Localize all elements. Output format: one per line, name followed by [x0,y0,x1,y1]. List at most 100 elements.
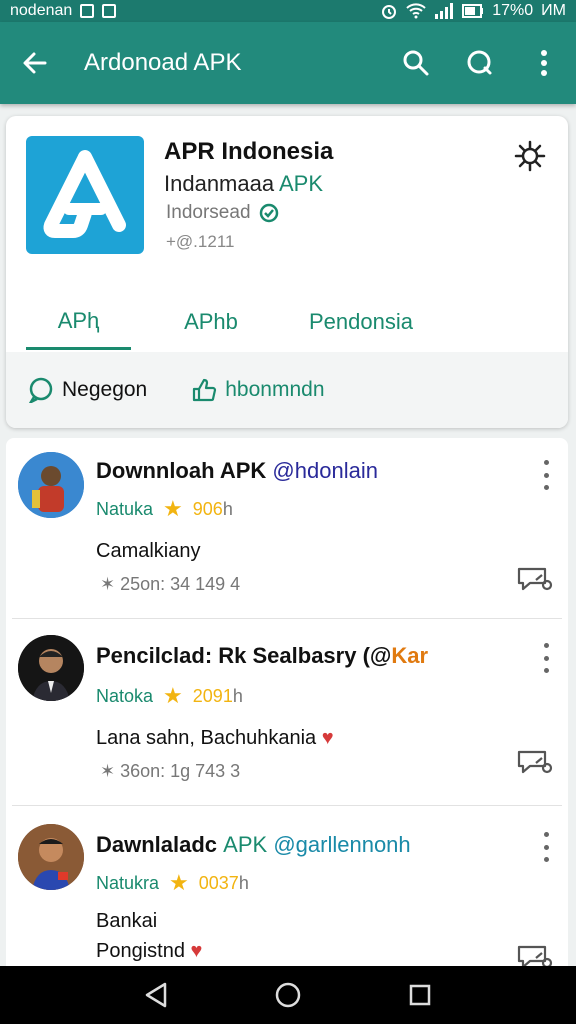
post-title: Pencilclad: Rk Sealbasry (@Kar [96,643,428,669]
app-developer[interactable]: Indorsead [166,202,279,224]
clock-text: ИМ [541,2,566,19]
post-title: Dawnlaladc APK @garllennonh [96,832,411,858]
star-icon: ★ [169,870,189,895]
tab-apk[interactable]: APⱨ [26,294,131,350]
post-item[interactable]: Downnloah APK @hdonlain Natuka ★ 906h Ca… [6,438,568,618]
avatar[interactable] [18,824,84,890]
post-user[interactable]: Natukra [96,873,159,894]
developer-name: Indorsead [166,202,251,223]
avatar-image [18,452,84,518]
nav-home-icon [275,982,301,1008]
comment-action[interactable]: Negegon [28,377,147,403]
notification-icon-2 [102,4,117,18]
post-user[interactable]: Natuka [96,499,153,520]
avatar-image [18,824,84,890]
heart-icon: ♥ [321,727,334,749]
battery-icon [462,4,484,18]
app-subtitle: Indanmaaa APK [164,171,323,197]
post-rating-unit: h [238,872,249,893]
post-rating-unit: h [232,685,243,706]
post-rating: 906 [192,498,223,519]
post-body: Camalkiany [96,540,201,562]
app-bar-title: Ardonoad APK [84,49,242,76]
avatar[interactable] [18,635,84,701]
post-rating: 0037 [198,872,239,893]
app-name: APR Indonesia [164,138,334,165]
post-title-text: Dawnlaladc [96,832,218,857]
app-logo [26,136,144,254]
nav-recents-button[interactable] [395,970,445,1020]
alarm-icon [382,5,397,19]
app-bar: Ardonoad APK [0,22,576,104]
search-button[interactable] [384,22,448,104]
post-item[interactable]: Dawnlaladc APK @garllennonh Natukra ★ 00… [6,806,568,968]
signal-icon [435,3,454,19]
like-action[interactable]: hbonmndn [191,377,325,403]
nav-home-button[interactable] [263,970,313,1020]
avatar[interactable] [18,452,84,518]
post-body-line2: Pongistnd ♥ [96,940,202,963]
carrier-text: nodenan [10,2,73,19]
thumbs-up-icon [193,378,217,402]
post-handle[interactable]: Kar [391,643,428,668]
back-button[interactable] [0,22,70,104]
post-title-text: Pencilclad: Rk Sealbasry (@ [96,643,392,668]
nav-back-button[interactable] [131,970,181,1020]
post-meta: Natuka ★ 906h [96,496,233,522]
heart-icon: ♥ [190,940,203,962]
post-rating-unit: h [222,498,233,519]
settings-button[interactable] [512,138,548,174]
app-subtitle-text: Indanmaaa [164,171,275,196]
post-meta: Natukra ★ 0037h [96,870,249,896]
wifi-icon [406,3,426,19]
post-user[interactable]: Natoka [96,686,153,707]
arrow-left-icon [23,52,47,74]
app-info-card: APR Indonesia Indanmaaa APK Indorsead +@… [6,116,568,428]
star-icon: ★ [163,496,183,521]
comment-action-label: Negegon [62,378,148,401]
post-more-button[interactable] [540,832,552,862]
post-rating: 2091 [192,685,233,706]
post-meta: Natoka ★ 2091h [96,683,243,709]
post-title-text: Downnloah APK [96,458,267,483]
post-stats: ✶ 25on: 34 149 4 [100,574,241,594]
post-stats: ✶ 36on: 1g 743 3 [100,761,241,781]
battery-text: 17%0 [492,2,534,19]
more-vert-icon [541,50,547,76]
overflow-menu-button[interactable] [512,22,576,104]
post-feed: Downnloah APK @hdonlain Natuka ★ 906h Ca… [6,438,568,968]
post-handle[interactable]: @hdonlain [272,458,378,483]
post-body-text: Pongistnd [96,940,185,962]
star-icon: ★ [163,683,183,708]
search-icon [403,50,429,76]
share-icon[interactable] [516,942,554,968]
post-body-text: Lana sahn, Bachuhkania [96,727,317,749]
notification-icon [80,4,95,18]
chat-bubble-icon [28,377,53,403]
gear-icon [514,140,546,172]
verified-icon [259,203,278,223]
app-tabs: APⱨ APhb Pendonsia [6,294,568,350]
nav-back-icon [145,982,167,1008]
search-alt-icon [467,50,492,75]
share-icon[interactable] [516,747,554,777]
app-logo-icon [43,150,126,238]
post-body: Bankai [96,910,158,932]
post-title-accent: APK [223,832,268,857]
tab-pendonsia[interactable]: Pendonsia [291,294,431,350]
post-title: Downnloah APK @hdonlain [96,458,378,484]
post-more-button[interactable] [540,643,552,673]
share-icon[interactable] [516,564,554,594]
status-bar: nodenan 17%0 ИМ [0,0,576,22]
avatar-image [18,635,84,701]
card-actions: Negegon hbonmndn [6,352,568,428]
post-handle[interactable]: @garllennonh [273,832,410,857]
tab-aphb[interactable]: APhb [141,294,281,350]
like-action-label: hbonmndn [225,378,325,401]
search-alt-button[interactable] [448,22,512,104]
app-subtitle-accent: APK [279,171,324,196]
post-more-button[interactable] [540,460,552,490]
app-version: +@.1211 [166,232,235,251]
post-item[interactable]: Pencilclad: Rk Sealbasry (@Kar Natoka ★ … [6,619,568,805]
post-body: Lana sahn, Bachuhkania ♥ [96,727,334,750]
